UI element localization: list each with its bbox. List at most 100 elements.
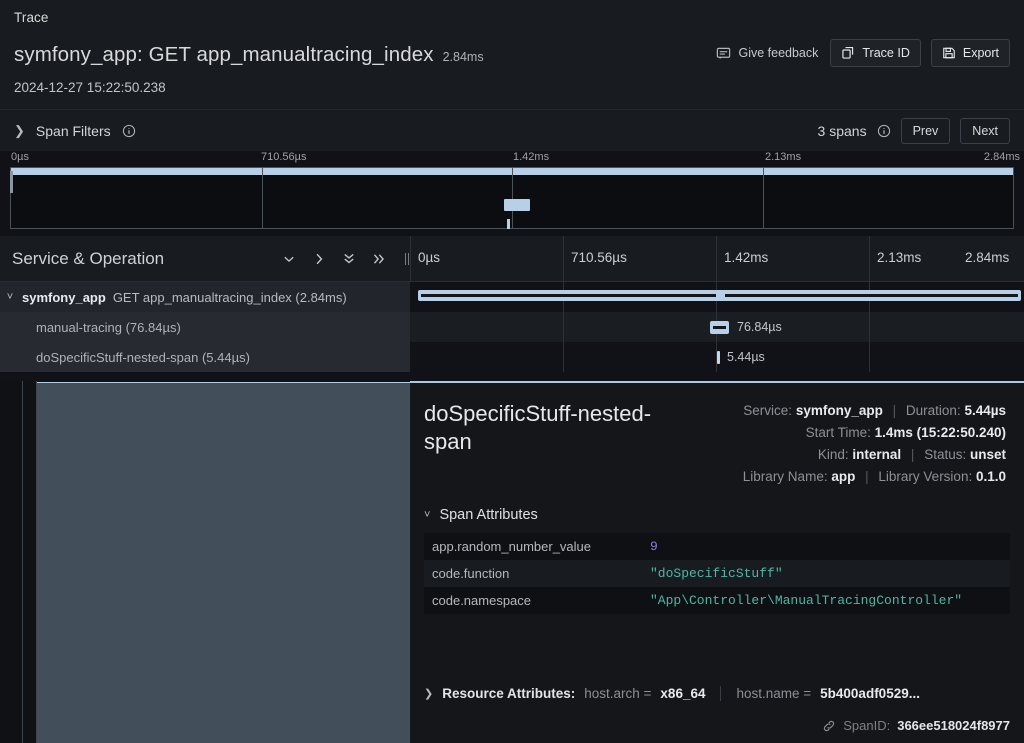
service-value: symfony_app <box>795 403 883 418</box>
timeline-gridline <box>563 236 564 281</box>
span-count-info-icon[interactable] <box>877 124 891 138</box>
span-row-bar-manual-tracing[interactable]: 76.84µs <box>410 312 1024 342</box>
export-button[interactable]: Export <box>930 39 1010 67</box>
resource-attribute-key: host.arch = <box>584 686 652 701</box>
timeline-tick-2: 1.42ms <box>724 250 769 265</box>
span-row-label-manual-tracing[interactable]: manual-tracing (76.84µs) <box>0 312 410 342</box>
span-nav-controls: 3 spans Prev Next <box>817 117 1010 144</box>
span-operation-name: manual-tracing (76.84µs) <box>36 319 181 335</box>
trace-minimap[interactable]: 0µs 710.56µs 1.42ms 2.13ms 2.84ms <box>0 151 1024 236</box>
next-span-button[interactable]: Next <box>960 117 1010 144</box>
minimap-tick-1: 710.56µs <box>261 151 307 163</box>
table-row[interactable]: doSpecificStuff-nested-span (5.44µs) 5.4… <box>0 342 1024 372</box>
chevron-right-icon: ❯ <box>14 123 25 138</box>
table-row: code.namespace "App\Controller\ManualTra… <box>424 587 1010 615</box>
trace-id-button[interactable]: Trace ID <box>830 39 921 67</box>
table-row[interactable]: ˅ symfony_app GET app_manualtracing_inde… <box>0 282 1024 312</box>
column-resize-handle[interactable] <box>403 252 410 266</box>
attribute-value: 9 <box>650 539 658 555</box>
span-id-label: SpanID: <box>843 718 891 733</box>
library-name-value: app <box>831 468 856 484</box>
header-actions: Give feedback Trace ID Export <box>714 39 1010 67</box>
attribute-key: code.function <box>432 566 510 582</box>
status-label: Status: <box>924 446 967 462</box>
resource-attribute-value: 5b400adf0529... <box>820 686 920 701</box>
span-attributes-table: app.random_number_value 9 code.function … <box>424 533 1010 615</box>
copy-icon <box>841 46 855 60</box>
export-label: Export <box>962 46 999 60</box>
link-icon[interactable] <box>822 719 836 733</box>
span-row-bar-nested-span[interactable]: 5.44µs <box>410 342 1024 372</box>
library-version-value: 0.1.0 <box>975 468 1006 484</box>
timeline-gridline <box>563 312 564 342</box>
span-bar-duration-label: 76.84µs <box>737 320 782 334</box>
save-disk-icon <box>942 46 956 60</box>
span-id-row[interactable]: SpanID: 366ee518024f8977 <box>822 718 1010 733</box>
expand-all-icon[interactable] <box>372 252 386 266</box>
table-row[interactable]: manual-tracing (76.84µs) 76.84µs <box>0 312 1024 342</box>
span-tree-expanse <box>0 381 410 743</box>
table-row: code.function "doSpecificStuff" <box>424 560 1010 588</box>
trace-kicker: Trace <box>14 10 49 25</box>
meta-divider: | <box>865 468 869 484</box>
service-operation-title: Service & Operation <box>12 248 165 268</box>
trace-header: Trace symfony_app: GET app_manualtracing… <box>0 0 1024 109</box>
prev-span-button[interactable]: Prev <box>900 117 951 144</box>
timeline-tick-4: 2.84ms <box>965 250 1010 265</box>
trace-id-label: Trace ID <box>862 46 910 60</box>
timeline-tick-3: 2.13ms <box>877 250 922 265</box>
indent-guide <box>14 312 28 342</box>
info-icon[interactable] <box>122 124 136 138</box>
kind-value: internal <box>852 446 902 462</box>
library-version-label: Library Version: <box>878 468 973 484</box>
expand-one-icon[interactable] <box>312 252 326 266</box>
span-attributes-toggle[interactable]: ˅ Span Attributes <box>424 507 1010 523</box>
span-row-label-root[interactable]: ˅ symfony_app GET app_manualtracing_inde… <box>0 282 410 312</box>
timeline-header: Service & Operation 0µs 710.56µs 1.42ms … <box>0 236 1024 282</box>
span-row-bar-root[interactable] <box>410 282 1024 312</box>
comment-icon <box>716 46 731 61</box>
give-feedback-button[interactable]: Give feedback <box>714 42 820 65</box>
resource-attribute-value: x86_64 <box>660 686 706 701</box>
span-row-label-nested-span[interactable]: doSpecificStuff-nested-span (5.44µs) <box>0 342 410 372</box>
collapse-one-icon[interactable] <box>282 252 296 266</box>
minimap-body[interactable] <box>10 167 1014 229</box>
timeline-gridline <box>869 312 870 342</box>
start-time-label: Start Time: <box>805 424 871 440</box>
service-operation-header: Service & Operation <box>0 236 410 281</box>
minimap-nested-span-bar <box>506 219 510 229</box>
span-operation-name: GET app_manualtracing_index (2.84ms) <box>112 289 347 305</box>
span-detail-title: doSpecificStuff-nested-span <box>424 401 652 454</box>
selected-span-backdrop <box>37 382 410 743</box>
minimap-gridline <box>762 168 764 228</box>
trace-duration: 2.84ms <box>442 49 484 64</box>
span-attributes-title: Span Attributes <box>439 507 538 524</box>
attribute-value: "doSpecificStuff" <box>650 566 783 582</box>
trace-timestamp: 2024-12-27 15:22:50.238 <box>14 80 166 95</box>
service-label: Service: <box>743 403 793 418</box>
timeline-gridline <box>563 342 564 372</box>
resource-attribute-key: host.name = <box>736 686 812 701</box>
minimap-ticks: 0µs 710.56µs 1.42ms 2.13ms 2.84ms <box>0 151 1024 167</box>
chevron-down-icon: ˅ <box>424 509 431 522</box>
trace-view-page: Trace symfony_app: GET app_manualtracing… <box>0 0 1024 743</box>
minimap-tick-3: 2.13ms <box>765 151 802 163</box>
span-filters-label: Span Filters <box>35 122 111 139</box>
minimap-drag-handle[interactable] <box>10 171 13 193</box>
minimap-child-span-bar <box>503 199 530 211</box>
span-count-label: 3 spans <box>817 122 867 139</box>
chevron-down-icon[interactable]: ˅ <box>0 291 20 303</box>
meta-divider <box>720 686 722 701</box>
collapse-all-icon[interactable] <box>342 251 356 266</box>
span-bar <box>710 321 729 334</box>
resource-attributes-row[interactable]: ❯ Resource Attributes: host.arch = x86_6… <box>424 686 1010 701</box>
duration-label: Duration: <box>905 403 961 418</box>
timeline-tick-1: 710.56µs <box>571 250 627 265</box>
give-feedback-label: Give feedback <box>738 46 819 60</box>
chevron-right-icon[interactable]: ❯ <box>424 687 433 700</box>
span-filters-toggle[interactable]: ❯ Span Filters <box>14 123 136 139</box>
span-operation-name: doSpecificStuff-nested-span (5.44µs) <box>36 349 250 365</box>
status-value: unset <box>969 446 1006 462</box>
kind-label: Kind: <box>817 446 849 462</box>
timeline-gridline <box>410 236 411 281</box>
